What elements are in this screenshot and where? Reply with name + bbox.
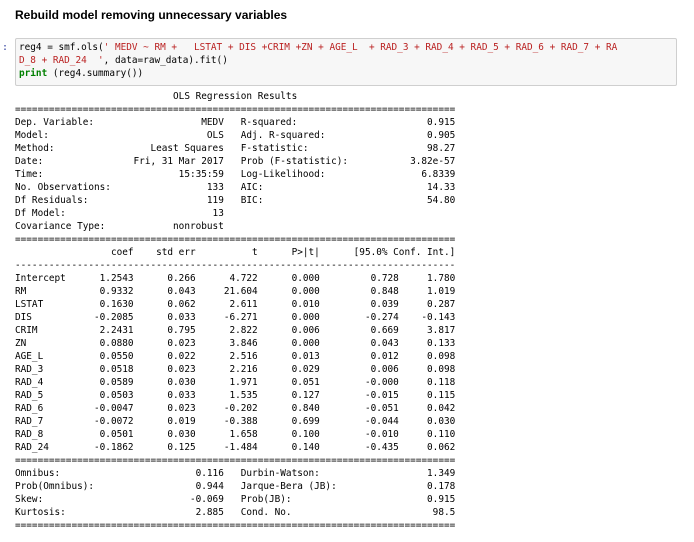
- code-line-2: D_8 + RAD_24 ', data=raw_data).fit(): [19, 55, 228, 66]
- output-line: RAD_5 0.0503 0.033 1.535 0.127 -0.015 0.…: [15, 390, 456, 401]
- code-line-1: reg4 = smf.ols(' MEDV ~ RM + LSTAT + DIS…: [19, 42, 618, 53]
- output-line: Dep. Variable: MEDV R-squared: 0.915: [15, 117, 456, 128]
- output-line: CRIM 2.2431 0.795 2.822 0.006 0.669 3.81…: [15, 325, 456, 336]
- output-line: RAD_6 -0.0047 0.023 -0.202 0.840 -0.051 …: [15, 403, 456, 414]
- output-line: Date: Fri, 31 Mar 2017 Prob (F-statistic…: [15, 156, 456, 167]
- output-line: Kurtosis: 2.885 Cond. No. 98.5: [15, 507, 456, 518]
- output-line: Df Residuals: 119 BIC: 54.80: [15, 195, 456, 206]
- output-line: OLS Regression Results: [15, 91, 456, 102]
- output-line: RAD_4 0.0589 0.030 1.971 0.051 -0.000 0.…: [15, 377, 456, 388]
- output-line: RAD_8 0.0501 0.030 1.658 0.100 -0.010 0.…: [15, 429, 456, 440]
- output-line: RAD_7 -0.0072 0.019 -0.388 0.699 -0.044 …: [15, 416, 456, 427]
- output-line: DIS -0.2085 0.033 -6.271 0.000 -0.274 -0…: [15, 312, 456, 323]
- output-line: ========================================…: [15, 104, 456, 115]
- output-line: Time: 15:35:59 Log-Likelihood: 6.8339: [15, 169, 456, 180]
- output-line: Skew: -0.069 Prob(JB): 0.915: [15, 494, 456, 505]
- output-line: RAD_3 0.0518 0.023 2.216 0.029 0.006 0.0…: [15, 364, 456, 375]
- output-line: Intercept 1.2543 0.266 4.722 0.000 0.728…: [15, 273, 456, 284]
- output-line: LSTAT 0.1630 0.062 2.611 0.010 0.039 0.2…: [15, 299, 456, 310]
- output-line: ZN 0.0880 0.023 3.846 0.000 0.043 0.133: [15, 338, 456, 349]
- output-line: RM 0.9332 0.043 21.604 0.000 0.848 1.019: [15, 286, 456, 297]
- output-line: No. Observations: 133 AIC: 14.33: [15, 182, 456, 193]
- output-line: Prob(Omnibus): 0.944 Jarque-Bera (JB): 0…: [15, 481, 456, 492]
- code-line-3: print (reg4.summary()): [19, 68, 144, 79]
- output-line: Df Model: 13: [15, 208, 456, 219]
- code-editor[interactable]: reg4 = smf.ols(' MEDV ~ RM + LSTAT + DIS…: [19, 41, 617, 80]
- output-line: Omnibus: 0.116 Durbin-Watson: 1.349: [15, 468, 456, 479]
- output-line: AGE_L 0.0550 0.022 2.516 0.013 0.012 0.0…: [15, 351, 456, 362]
- output-line: Method: Least Squares F-statistic: 98.27: [15, 143, 456, 154]
- output-line: Model: OLS Adj. R-squared: 0.905: [15, 130, 456, 141]
- code-cell-input[interactable]: reg4 = smf.ols(' MEDV ~ RM + LSTAT + DIS…: [15, 38, 677, 86]
- cell-output: OLS Regression Results =================…: [15, 90, 455, 532]
- output-line: RAD_24 -0.1862 0.125 -1.484 0.140 -0.435…: [15, 442, 456, 453]
- output-line: coef std err t P>|t| [95.0% Conf. Int.]: [15, 247, 456, 258]
- output-line: ----------------------------------------…: [15, 260, 456, 271]
- input-prompt: :: [2, 42, 9, 53]
- output-line: ========================================…: [15, 234, 456, 245]
- output-line: Covariance Type: nonrobust: [15, 221, 456, 232]
- output-line: ========================================…: [15, 455, 456, 466]
- output-line: ========================================…: [15, 520, 456, 531]
- cell-heading: Rebuild model removing unnecessary varia…: [15, 8, 288, 22]
